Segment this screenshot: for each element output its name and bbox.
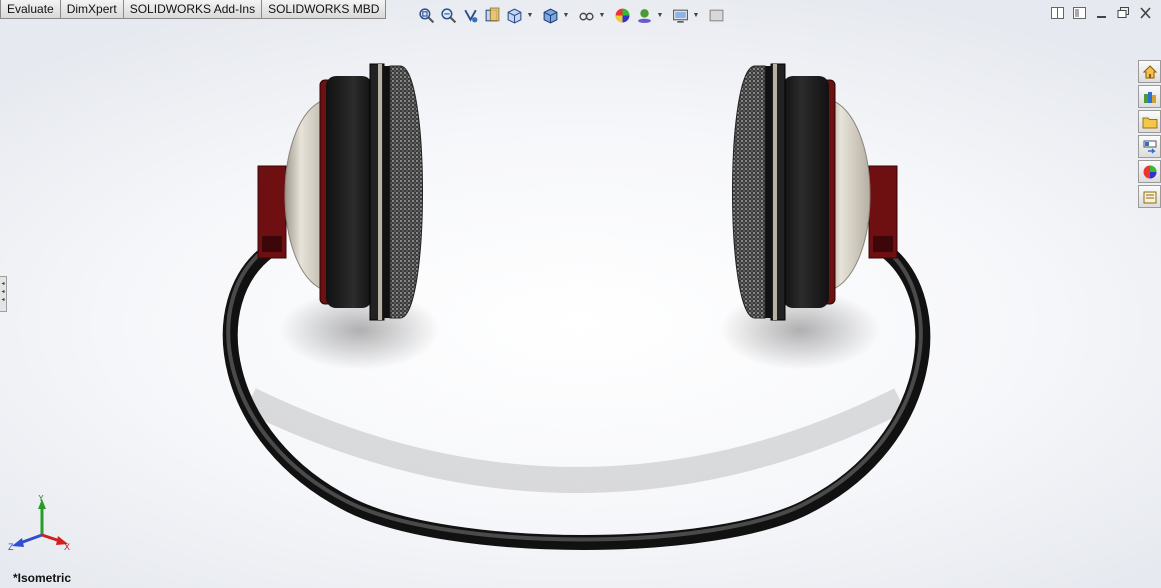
- view-orientation-label: *Isometric: [13, 571, 72, 585]
- feature-manager-collapse-handle[interactable]: ◂ ◂ ◂: [0, 276, 7, 312]
- triad-x-label: X: [64, 542, 70, 552]
- task-pane-tabs: [1138, 60, 1161, 210]
- previous-view-icon[interactable]: [460, 5, 480, 25]
- right-earcup[interactable]: [732, 63, 898, 321]
- view-palette-icon[interactable]: [1138, 135, 1161, 158]
- heads-up-view-toolbar: ▼ ▼ ▼ ▼ ▼: [416, 4, 726, 26]
- graphics-area[interactable]: Evaluate DimXpert SOLIDWORKS Add-Ins SOL…: [0, 0, 1161, 588]
- tab-solidworks-mbd[interactable]: SOLIDWORKS MBD: [261, 0, 387, 19]
- view-settings-dropdown[interactable]: ▼: [692, 5, 700, 25]
- reference-triad: Y X Z: [8, 495, 70, 552]
- display-style-icon[interactable]: [540, 5, 560, 25]
- window-controls: [1049, 6, 1153, 20]
- view-settings-icon[interactable]: [670, 5, 690, 25]
- restore-icon[interactable]: [1115, 6, 1131, 20]
- display-style-dropdown[interactable]: ▼: [562, 5, 570, 25]
- tab-dimxpert[interactable]: DimXpert: [59, 0, 124, 19]
- triad-z-label: Z: [8, 542, 14, 552]
- zoom-to-area-icon[interactable]: [438, 5, 458, 25]
- custom-properties-icon[interactable]: [1138, 185, 1161, 208]
- zoom-to-fit-icon[interactable]: [416, 5, 436, 25]
- display-pane-icon[interactable]: [706, 5, 726, 25]
- design-library-icon[interactable]: [1138, 85, 1161, 108]
- headphones-model[interactable]: [0, 0, 1161, 588]
- file-explorer-icon[interactable]: [1138, 110, 1161, 133]
- apply-scene-icon[interactable]: [634, 5, 654, 25]
- view-orientation-icon[interactable]: [504, 5, 524, 25]
- apply-scene-dropdown[interactable]: ▼: [656, 5, 664, 25]
- appearances-scenes-icon[interactable]: [1138, 160, 1161, 183]
- tile-horizontal-icon[interactable]: [1049, 6, 1065, 20]
- tab-solidworks-add-ins[interactable]: SOLIDWORKS Add-Ins: [122, 0, 263, 19]
- close-icon[interactable]: [1137, 6, 1153, 20]
- tile-vertical-icon[interactable]: [1071, 6, 1087, 20]
- left-earcup[interactable]: [257, 63, 423, 321]
- minimize-icon[interactable]: [1093, 6, 1109, 20]
- tab-evaluate[interactable]: Evaluate: [0, 0, 61, 19]
- section-view-icon[interactable]: [482, 5, 502, 25]
- hide-show-items-icon[interactable]: [576, 5, 596, 25]
- solidworks-resources-icon[interactable]: [1138, 60, 1161, 83]
- headband-shadow: [244, 388, 906, 493]
- view-orientation-dropdown[interactable]: ▼: [526, 5, 534, 25]
- command-manager-tabs: Evaluate DimXpert SOLIDWORKS Add-Ins SOL…: [0, 0, 387, 19]
- hide-show-dropdown[interactable]: ▼: [598, 5, 606, 25]
- triad-y-label: Y: [38, 495, 44, 503]
- edit-appearance-icon[interactable]: [612, 5, 632, 25]
